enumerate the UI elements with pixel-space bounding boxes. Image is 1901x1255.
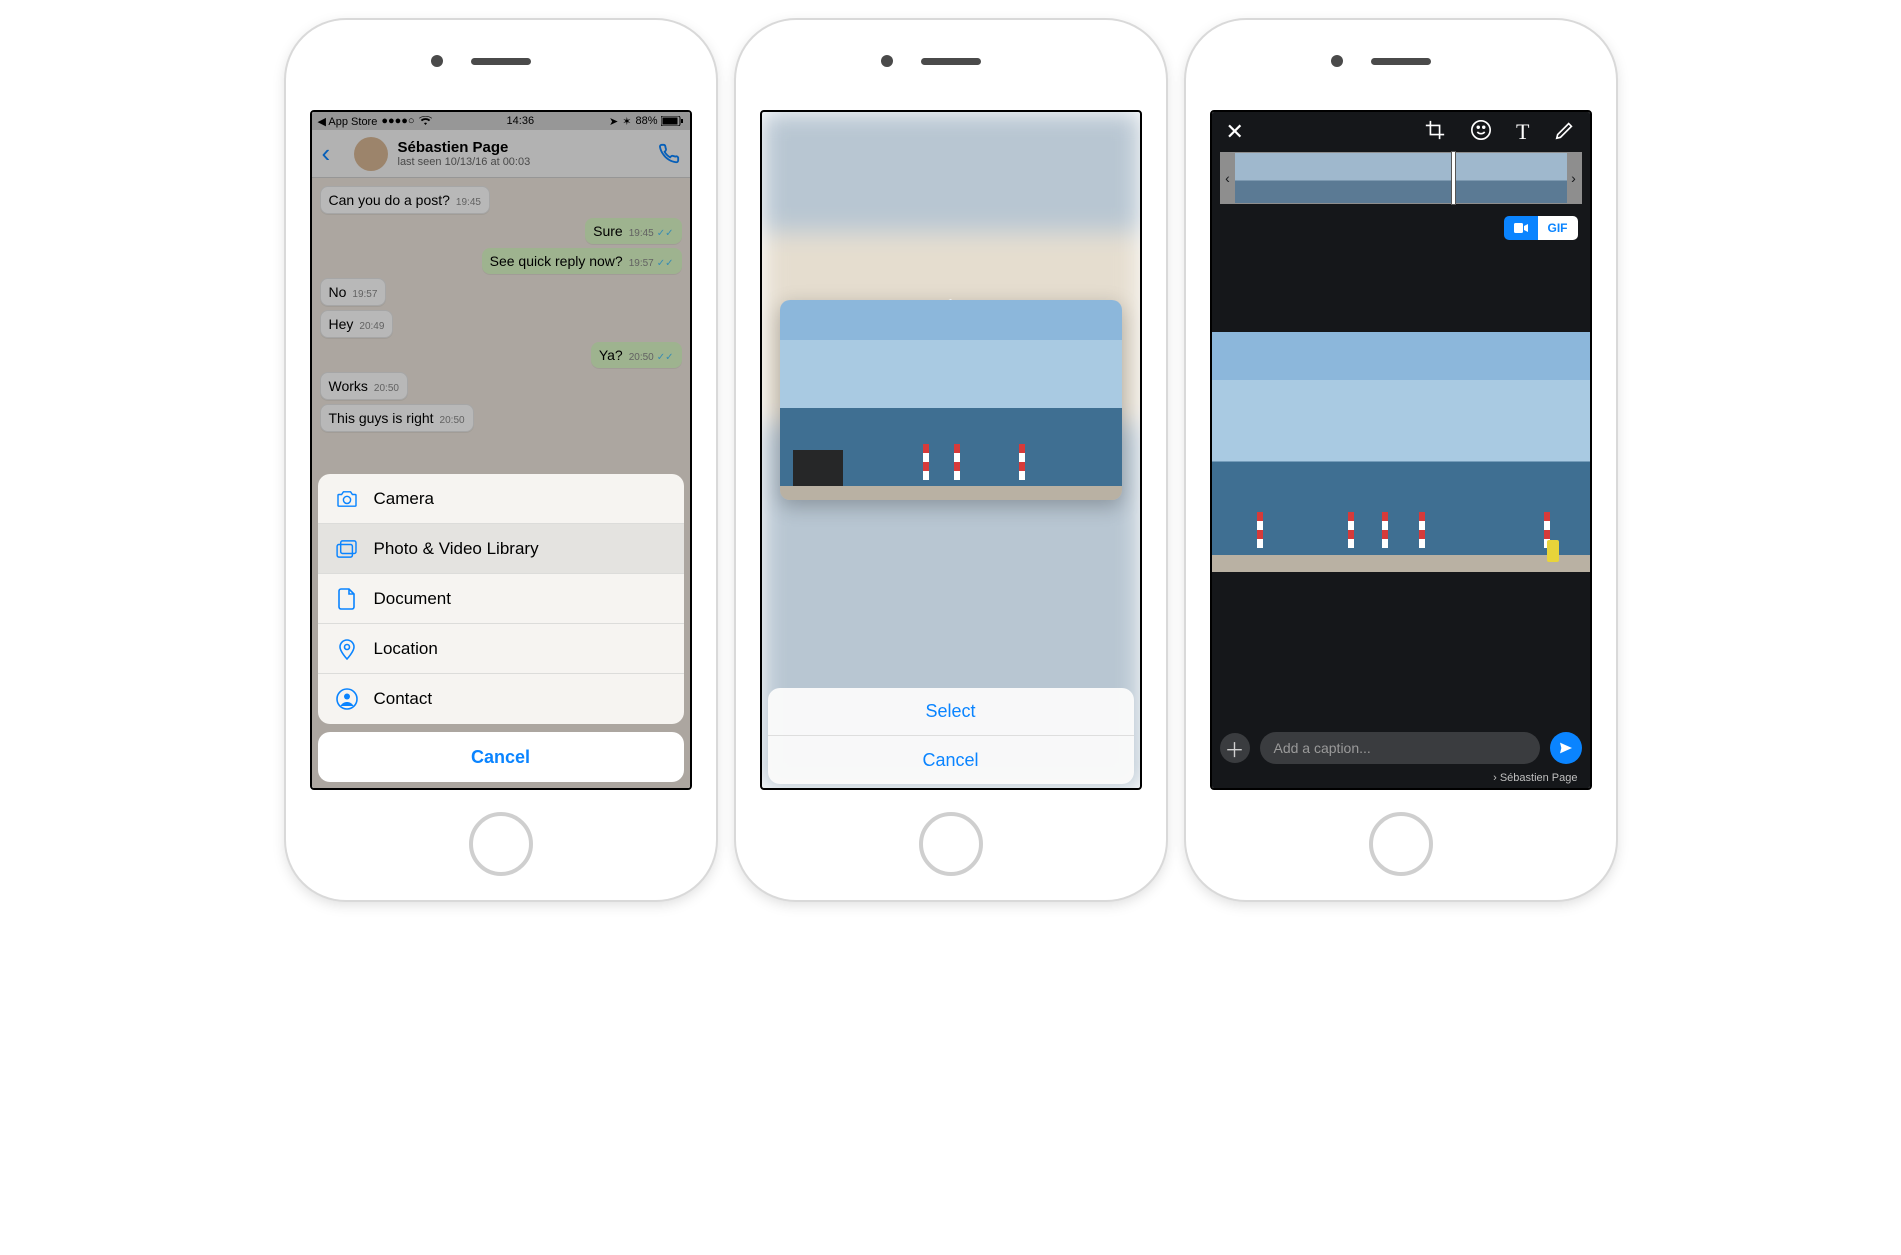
document-icon	[336, 588, 358, 610]
camera-icon	[336, 490, 358, 508]
trim-playhead[interactable]	[1451, 151, 1456, 205]
attachment-action-sheet: Camera Photo & Video Library Document Lo…	[318, 474, 684, 782]
text-tool-icon[interactable]: T	[1516, 119, 1529, 145]
iphone-mock-2: ︿ Select Cancel	[736, 20, 1166, 900]
attach-camera[interactable]: Camera	[318, 474, 684, 524]
draw-tool-icon[interactable]	[1554, 119, 1576, 145]
trim-handle-right[interactable]: ›	[1567, 153, 1581, 203]
editor-toolbar: ✕ T	[1212, 112, 1590, 152]
action-sheet-cancel[interactable]: Cancel	[318, 732, 684, 782]
person-in-frame	[1547, 540, 1559, 562]
action-label: Document	[374, 589, 451, 609]
trim-filmstrip[interactable]	[1235, 153, 1567, 203]
video-trim-strip[interactable]: ‹ ›	[1220, 152, 1582, 204]
caption-input[interactable]: Add a caption...	[1260, 732, 1540, 764]
contact-icon	[336, 688, 358, 710]
close-button[interactable]: ✕	[1226, 119, 1244, 145]
peek-preview[interactable]	[780, 300, 1122, 500]
action-label: Contact	[374, 689, 433, 709]
add-media-button[interactable]: ＋	[1220, 733, 1250, 763]
photo-library-icon	[336, 540, 358, 558]
peek-select-button[interactable]: Select	[768, 688, 1134, 736]
editor-bottom-bar: ＋ Add a caption...	[1220, 732, 1582, 764]
editor-preview[interactable]	[1212, 332, 1590, 572]
attach-document[interactable]: Document	[318, 574, 684, 624]
media-thumbnail	[780, 300, 1122, 500]
iphone-mock-3: ✕ T ‹ › GIF	[1186, 20, 1616, 900]
recipient-label: › Sébastien Page	[1493, 772, 1577, 784]
iphone-mock-1: ◀ App Store ●●●●○ 14:36 ➤ ✶ 88%	[286, 20, 716, 900]
trim-handle-left[interactable]: ‹	[1221, 153, 1235, 203]
crop-icon[interactable]	[1424, 119, 1446, 145]
action-label: Camera	[374, 489, 434, 509]
toggle-gif[interactable]: GIF	[1538, 216, 1578, 240]
send-button[interactable]	[1550, 732, 1582, 764]
video-gif-toggle[interactable]: GIF	[1504, 216, 1578, 240]
attach-photo-library[interactable]: Photo & Video Library	[318, 524, 684, 574]
attach-location[interactable]: Location	[318, 624, 684, 674]
peek-action-sheet: Select Cancel	[768, 688, 1134, 784]
attach-contact[interactable]: Contact	[318, 674, 684, 724]
action-label: Photo & Video Library	[374, 539, 539, 559]
toggle-video[interactable]	[1504, 216, 1538, 240]
peek-cancel-button[interactable]: Cancel	[768, 736, 1134, 784]
location-icon	[336, 638, 358, 660]
action-label: Location	[374, 639, 438, 659]
emoji-icon[interactable]	[1470, 119, 1492, 145]
